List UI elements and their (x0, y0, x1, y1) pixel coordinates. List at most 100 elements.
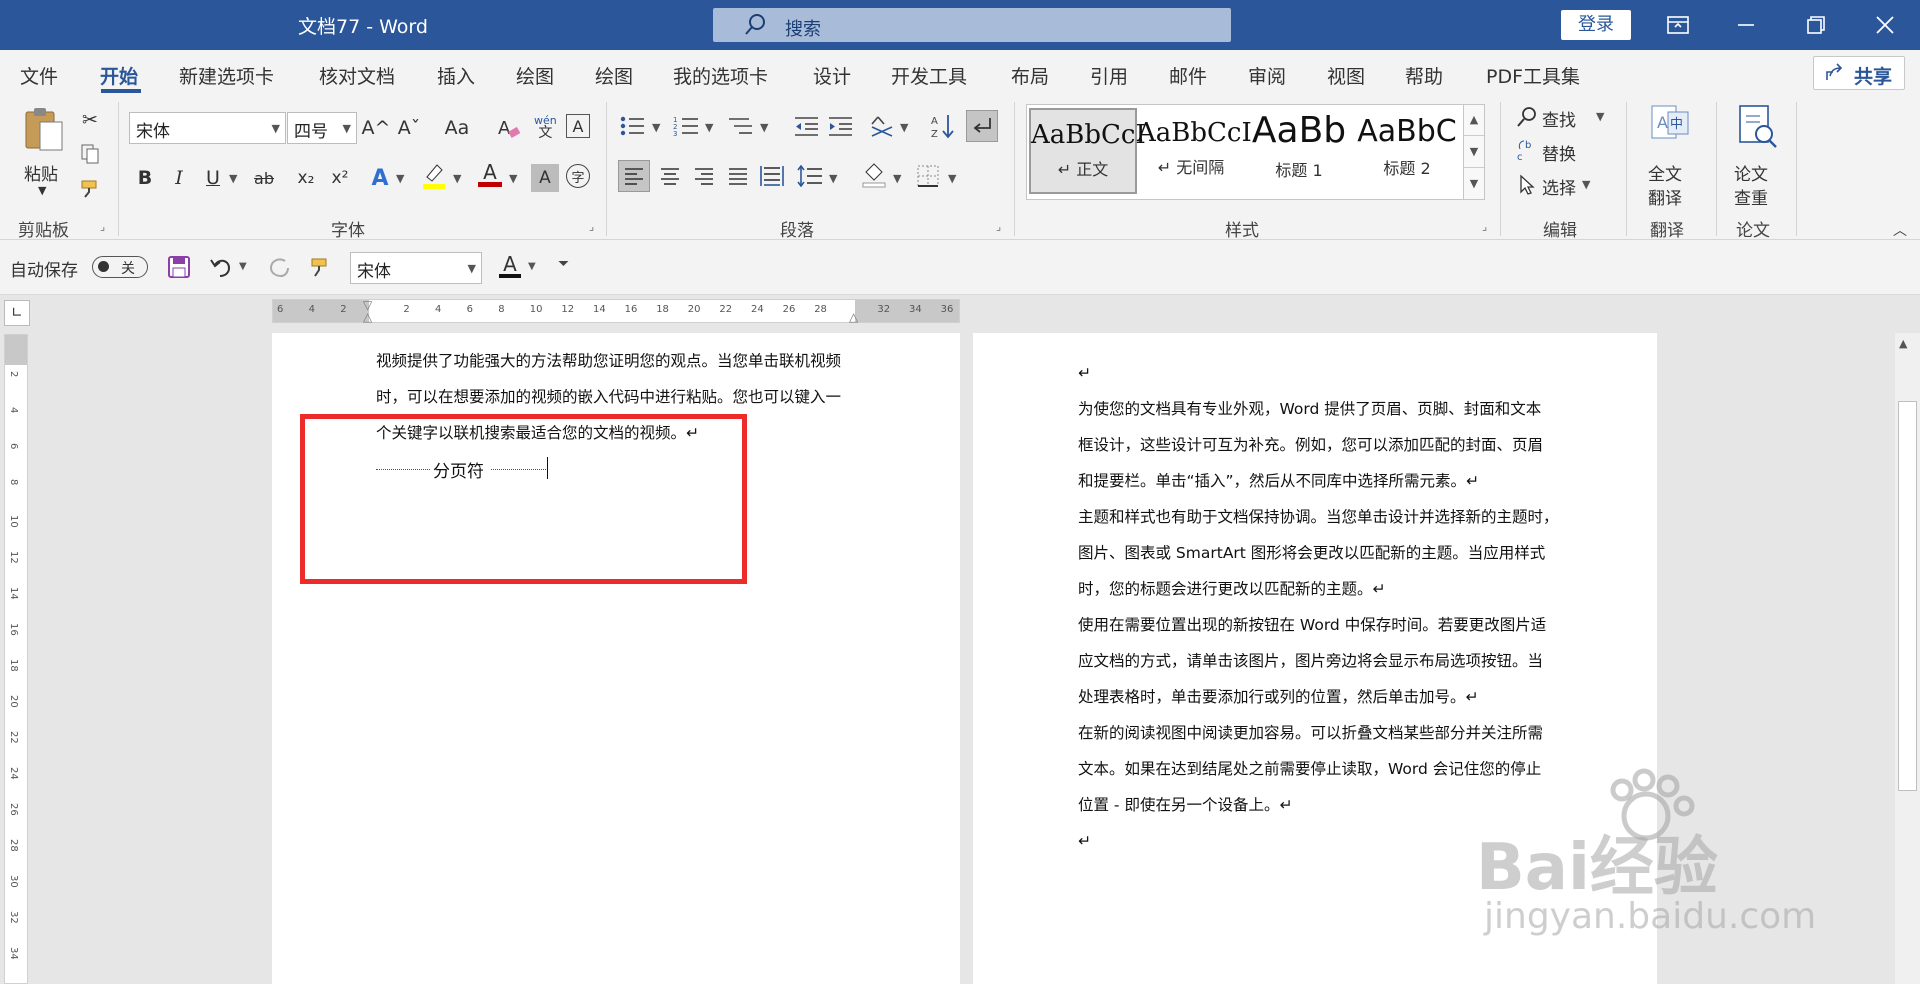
dialog-launcher-icon[interactable]: ⌟ (1482, 220, 1487, 233)
minimize-icon[interactable] (1716, 0, 1776, 50)
chevron-down-icon[interactable]: ▼ (239, 261, 247, 272)
superscript-button[interactable]: x² (326, 164, 354, 192)
line-spacing-icon[interactable] (796, 162, 824, 190)
vertical-scrollbar[interactable]: ▲ (1895, 333, 1920, 984)
font-size-combo[interactable]: 四号 ▼ (287, 112, 357, 144)
restore-icon[interactable] (1786, 0, 1846, 50)
right-indent-marker[interactable]: △ (849, 310, 858, 324)
bullets-icon[interactable] (618, 112, 646, 140)
tab-home[interactable]: 开始 (100, 62, 138, 89)
chevron-down-icon[interactable]: ▼ (705, 121, 713, 134)
tab-mailings[interactable]: 邮件 (1169, 62, 1207, 89)
customize-qat-icon[interactable]: ⏷ (558, 256, 569, 272)
tab-references[interactable]: 引用 (1090, 62, 1128, 89)
scroll-thumb[interactable] (1898, 401, 1917, 791)
tab-review[interactable]: 审阅 (1248, 62, 1286, 89)
chevron-down-icon[interactable]: ▼ (829, 172, 837, 185)
increase-indent-icon[interactable] (826, 112, 854, 140)
subscript-button[interactable]: x₂ (292, 164, 320, 192)
chevron-down-icon[interactable]: ▼ (509, 172, 517, 185)
asian-layout-icon[interactable] (868, 112, 896, 140)
tab-draw-2[interactable]: 绘图 (595, 62, 633, 89)
clear-format-icon[interactable]: A (495, 114, 523, 142)
search-box[interactable]: 搜索 (713, 8, 1231, 42)
sort-icon[interactable]: AZ (928, 112, 956, 140)
font-color-icon[interactable]: A (496, 252, 524, 280)
dialog-launcher-icon[interactable]: ⌟ (100, 220, 105, 233)
tab-selector-icon[interactable]: ∟ (4, 300, 30, 326)
share-button[interactable]: 共享 (1813, 56, 1905, 90)
chevron-up-icon[interactable]: ▲ (1464, 105, 1484, 135)
chevron-down-icon[interactable]: ▼ (652, 121, 660, 134)
chevron-down-icon[interactable]: ▼ (528, 261, 536, 272)
undo-icon[interactable] (207, 253, 235, 281)
chevron-down-icon[interactable]: ▼ (760, 121, 768, 134)
enclose-character-icon[interactable]: 字 (566, 164, 590, 188)
strikethrough-button[interactable]: ab (250, 164, 278, 192)
more-styles-icon[interactable]: ▼ (1464, 167, 1484, 199)
character-shading-icon[interactable]: A (531, 164, 559, 192)
bold-button[interactable]: B (131, 164, 159, 192)
font-name-combo[interactable]: 宋体 ▼ (129, 112, 286, 144)
character-border-icon[interactable]: A (566, 114, 590, 138)
tab-draw[interactable]: 绘图 (516, 62, 554, 89)
tab-layout[interactable]: 布局 (1011, 62, 1049, 89)
distributed-icon[interactable] (758, 162, 786, 190)
copy-icon[interactable] (76, 140, 104, 168)
horizontal-ruler[interactable]: 6 4 2 2 4 6 8 10 12 14 16 18 20 22 24 26 28 32 34 36 ▽ △ △ (272, 298, 960, 324)
grow-font-icon[interactable]: A^ (362, 114, 391, 142)
login-button[interactable]: 登录 (1561, 10, 1631, 40)
style-normal[interactable]: AaBbCcI ↵ 正文 (1029, 108, 1146, 194)
decrease-indent-icon[interactable] (792, 112, 820, 140)
full-text-translate-button[interactable]: A中 全文 翻译 (1640, 104, 1700, 214)
chevron-down-icon[interactable]: ▼ (900, 121, 908, 134)
show-formatting-marks-icon[interactable] (966, 110, 998, 142)
autosave-toggle[interactable]: 关 (92, 256, 148, 278)
numbering-icon[interactable]: 123 (672, 112, 700, 140)
borders-icon[interactable] (914, 162, 942, 190)
italic-button[interactable]: I (165, 164, 193, 192)
tab-file[interactable]: 文件 (20, 62, 58, 89)
tab-proofread[interactable]: 核对文档 (319, 62, 395, 89)
left-indent-marker[interactable]: △ (363, 310, 372, 324)
tab-my-tab[interactable]: 我的选项卡 (673, 62, 768, 89)
text-effects-icon[interactable]: A (366, 164, 394, 192)
replace-button[interactable]: bc 替换 (1516, 138, 1616, 165)
find-button[interactable]: 查找 ▼ (1516, 104, 1616, 131)
dialog-launcher-icon[interactable]: ⌟ (589, 220, 594, 233)
style-heading-1[interactable]: AaBb 标题 1 (1245, 108, 1353, 194)
format-painter-icon[interactable] (76, 174, 104, 202)
paper-check-button[interactable]: 论文 查重 (1728, 104, 1788, 214)
styles-scroll[interactable]: ▲ ▼ ▼ (1463, 104, 1485, 200)
chevron-down-icon[interactable]: ▼ (396, 172, 404, 185)
tab-insert[interactable]: 插入 (437, 62, 475, 89)
style-no-spacing[interactable]: AaBbCcI ↵ 无间隔 (1137, 108, 1252, 194)
select-button[interactable]: 选择 ▼ (1516, 172, 1616, 199)
shading-icon[interactable] (860, 160, 888, 188)
close-icon[interactable] (1855, 0, 1915, 50)
multilevel-list-icon[interactable] (726, 112, 754, 140)
style-heading-2[interactable]: AaBbC 标题 2 (1353, 108, 1461, 194)
collapse-ribbon-icon[interactable]: ︿ (1893, 220, 1907, 240)
font-color-icon[interactable]: A (476, 160, 504, 188)
highlight-icon[interactable] (420, 162, 448, 190)
tab-developer[interactable]: 开发工具 (891, 62, 967, 89)
chevron-down-icon[interactable]: ▼ (948, 172, 956, 185)
tab-help[interactable]: 帮助 (1405, 62, 1443, 89)
align-center-icon[interactable] (656, 162, 684, 190)
redo-icon[interactable] (265, 253, 293, 281)
chevron-up-icon[interactable]: ▲ (1899, 337, 1907, 350)
tab-design[interactable]: 设计 (813, 62, 851, 89)
underline-button[interactable]: U (199, 164, 227, 192)
vertical-ruler[interactable]: 2 4 6 8 10 12 14 16 18 20 22 24 26 28 30 32 34 (4, 334, 28, 984)
ribbon-display-icon[interactable] (1648, 0, 1708, 50)
chevron-down-icon[interactable]: ▼ (1464, 135, 1484, 167)
shrink-font-icon[interactable]: Aˇ (395, 114, 423, 142)
cut-icon[interactable]: ✂ (76, 106, 104, 134)
align-right-icon[interactable] (690, 162, 718, 190)
dialog-launcher-icon[interactable]: ⌟ (996, 220, 1001, 233)
tab-pdf-tools[interactable]: PDF工具集 (1486, 62, 1580, 89)
tab-new-tab[interactable]: 新建选项卡 (179, 62, 274, 89)
qat-font-combo[interactable]: 宋体 ▼ (350, 252, 482, 284)
paste-button[interactable]: 粘贴 ▼ (18, 104, 74, 214)
